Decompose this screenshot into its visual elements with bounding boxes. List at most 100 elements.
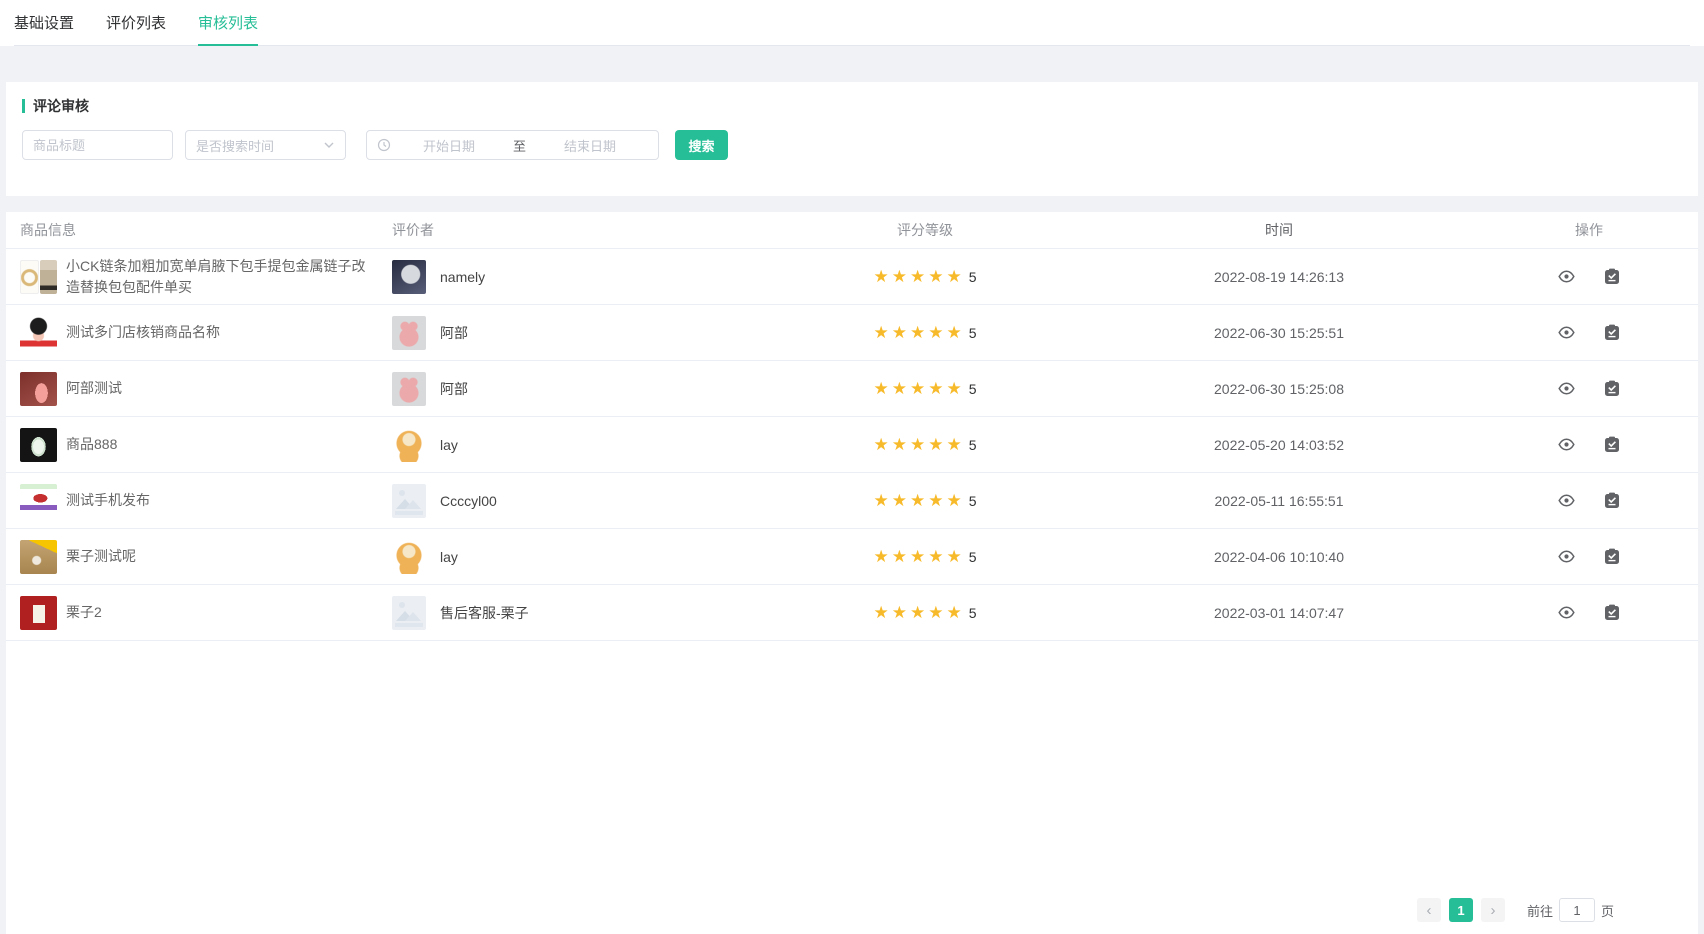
review-time: 2022-06-30 15:25:08 xyxy=(1054,381,1504,397)
goto-label: 前往 xyxy=(1527,901,1553,920)
view-detail-icon[interactable] xyxy=(1558,604,1575,621)
star-icon: ★ xyxy=(873,324,888,341)
reviewer-avatar xyxy=(392,540,426,574)
review-time: 2022-03-01 14:07:47 xyxy=(1054,605,1504,621)
product-thumbnails xyxy=(20,316,57,350)
star-icon: ★ xyxy=(892,436,907,453)
product-title-input[interactable] xyxy=(22,130,173,160)
star-rating: ★★★★★ xyxy=(873,548,961,565)
model-thumbnail-image xyxy=(40,260,57,294)
star-icon: ★ xyxy=(873,380,888,397)
reviewer-name: 售后客服-栗子 xyxy=(440,603,529,623)
review-time: 2022-05-20 14:03:52 xyxy=(1054,437,1504,453)
reviewer-avatar xyxy=(392,484,426,518)
review-time: 2022-08-19 14:26:13 xyxy=(1054,269,1504,285)
star-icon: ★ xyxy=(892,604,907,621)
reviewer-name: 阿部 xyxy=(440,323,468,343)
section-title: 评论审核 xyxy=(22,96,1682,116)
search-button[interactable]: 搜索 xyxy=(675,130,728,160)
product-thumbnails xyxy=(20,540,57,574)
audit-check-icon[interactable] xyxy=(1604,436,1620,453)
table-empty-space xyxy=(6,641,1698,898)
star-icon: ★ xyxy=(910,604,925,621)
audit-check-icon[interactable] xyxy=(1604,380,1620,397)
view-detail-icon[interactable] xyxy=(1558,492,1575,509)
view-detail-icon[interactable] xyxy=(1558,548,1575,565)
star-icon: ★ xyxy=(928,380,943,397)
header-actions: 操作 xyxy=(1504,220,1674,240)
tab-review-list[interactable]: 评价列表 xyxy=(106,0,166,46)
rating-value: 5 xyxy=(969,549,977,565)
page-suffix-label: 页 xyxy=(1601,901,1614,920)
rating-value: 5 xyxy=(969,605,977,621)
star-rating: ★★★★★ xyxy=(873,492,961,509)
table-body: 小CK链条加粗加宽单肩腋下包手提包金属链子改造替换包包配件单买 namely ★… xyxy=(6,249,1698,641)
star-icon: ★ xyxy=(892,380,907,397)
reviewer-avatar xyxy=(392,260,426,294)
star-icon: ★ xyxy=(910,548,925,565)
product-thumbnails xyxy=(20,372,57,406)
product-thumbnails xyxy=(20,596,57,630)
star-icon: ★ xyxy=(892,492,907,509)
star-icon: ★ xyxy=(873,492,888,509)
star-icon: ★ xyxy=(946,548,961,565)
goto-page-input[interactable] xyxy=(1559,898,1595,922)
view-detail-icon[interactable] xyxy=(1558,324,1575,341)
girl-thumbnail-image xyxy=(20,316,57,350)
table-row: 栗子测试呢 lay ★★★★★ 5 2022-04-06 10:10:40 xyxy=(6,529,1698,585)
star-icon: ★ xyxy=(910,436,925,453)
end-date-placeholder[interactable]: 结束日期 xyxy=(532,136,648,155)
review-time: 2022-06-30 15:25:51 xyxy=(1054,325,1504,341)
audit-check-icon[interactable] xyxy=(1604,324,1620,341)
chevron-down-icon xyxy=(323,139,335,151)
view-detail-icon[interactable] xyxy=(1558,436,1575,453)
view-detail-icon[interactable] xyxy=(1558,268,1575,285)
audit-check-icon[interactable] xyxy=(1604,604,1620,621)
star-icon: ★ xyxy=(928,324,943,341)
time-search-select[interactable]: 是否搜索时间 xyxy=(185,130,346,160)
product-title: 小CK链条加粗加宽单肩腋下包手提包金属链子改造替换包包配件单买 xyxy=(66,256,368,297)
bottle-thumbnail-image xyxy=(20,596,57,630)
date-range-picker[interactable]: 开始日期 至 结束日期 xyxy=(366,130,659,160)
rating-value: 5 xyxy=(969,381,977,397)
table-row: 小CK链条加粗加宽单肩腋下包手提包金属链子改造替换包包配件单买 namely ★… xyxy=(6,249,1698,305)
reviewer-name: lay xyxy=(440,437,458,453)
star-icon: ★ xyxy=(910,380,925,397)
star-icon: ★ xyxy=(910,492,925,509)
reviewer-avatar xyxy=(392,596,426,630)
table-header: 商品信息 评价者 评分等级 时间 操作 xyxy=(6,212,1698,249)
jade-thumbnail-image xyxy=(20,428,57,462)
star-rating: ★★★★★ xyxy=(873,268,961,285)
ad-thumbnail-image xyxy=(20,484,57,518)
view-detail-icon[interactable] xyxy=(1558,380,1575,397)
product-title: 测试多门店核销商品名称 xyxy=(66,322,220,342)
header-reviewer: 评价者 xyxy=(392,220,796,240)
tab-audit-list[interactable]: 审核列表 xyxy=(198,0,258,46)
rating-value: 5 xyxy=(969,269,977,285)
star-icon: ★ xyxy=(892,324,907,341)
star-icon: ★ xyxy=(946,324,961,341)
select-placeholder: 是否搜索时间 xyxy=(196,136,274,155)
page-button-1[interactable]: 1 xyxy=(1449,898,1473,922)
star-icon: ★ xyxy=(946,492,961,509)
reviewer-name: Ccccyl00 xyxy=(440,493,497,509)
product-title: 栗子2 xyxy=(66,602,102,622)
reviewer-name: 阿部 xyxy=(440,379,468,399)
tab-basic-settings[interactable]: 基础设置 xyxy=(14,0,74,46)
prev-page-icon[interactable]: ‹ xyxy=(1417,898,1441,922)
star-rating: ★★★★★ xyxy=(873,604,961,621)
product-thumbnails xyxy=(20,428,57,462)
audit-check-icon[interactable] xyxy=(1604,492,1620,509)
audit-check-icon[interactable] xyxy=(1604,548,1620,565)
section-title-text: 评论审核 xyxy=(33,96,89,116)
audit-check-icon[interactable] xyxy=(1604,268,1620,285)
star-icon: ★ xyxy=(892,268,907,285)
start-date-placeholder[interactable]: 开始日期 xyxy=(391,136,507,155)
date-separator: 至 xyxy=(507,136,532,155)
star-icon: ★ xyxy=(928,436,943,453)
table-row: 商品888 lay ★★★★★ 5 2022-05-20 14:03:52 xyxy=(6,417,1698,473)
product-thumbnails xyxy=(20,260,57,294)
next-page-icon[interactable]: › xyxy=(1481,898,1505,922)
star-icon: ★ xyxy=(873,268,888,285)
table-row: 栗子2 售后客服-栗子 ★★★★★ 5 2022-03-01 14:07:47 xyxy=(6,585,1698,641)
